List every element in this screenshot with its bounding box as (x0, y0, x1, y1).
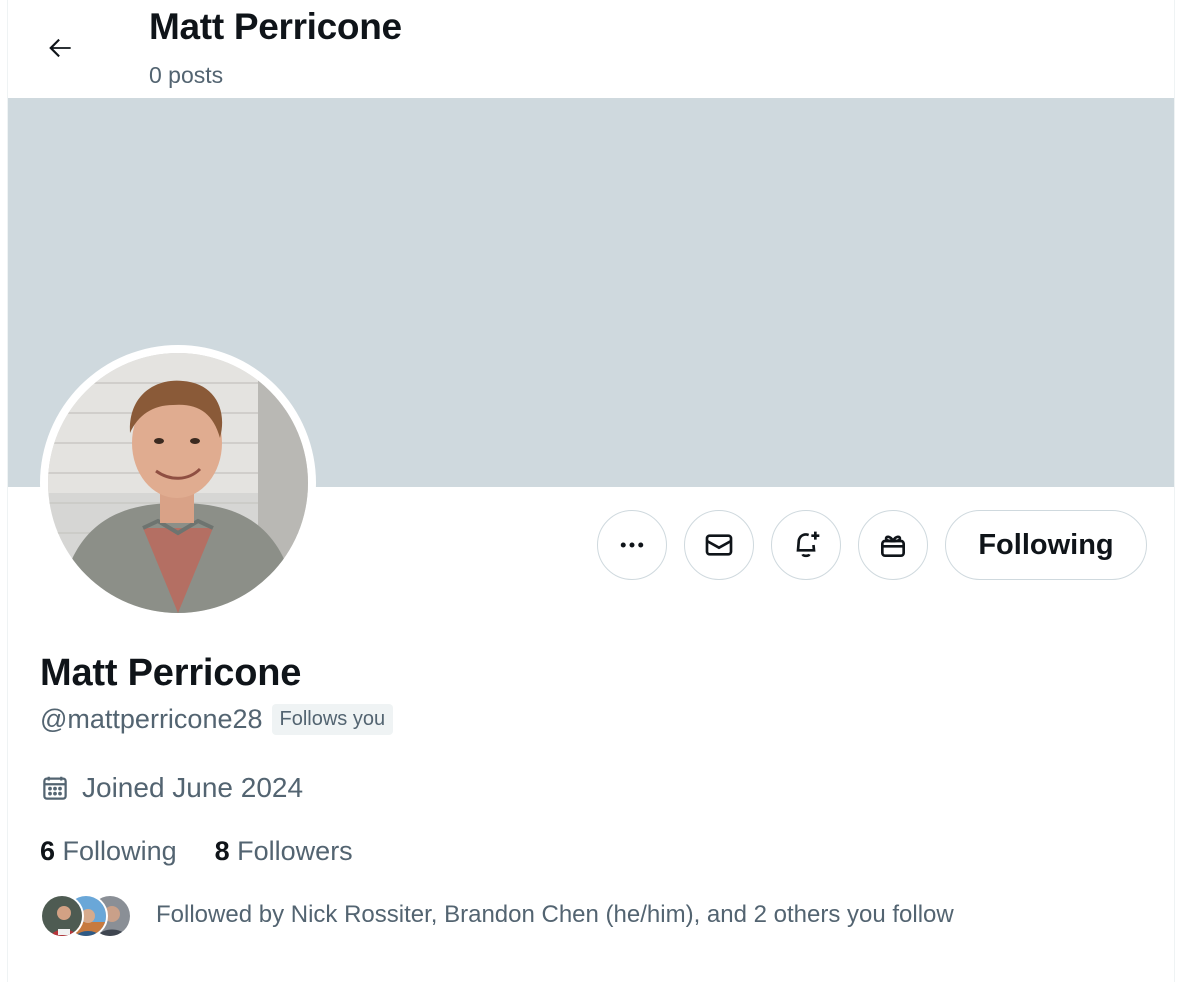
notify-button[interactable] (771, 510, 841, 580)
followers-label: Followers (237, 836, 353, 866)
following-label: Following (62, 836, 177, 866)
followed-by-row: Followed by Nick Rossiter, Brandon Chen … (40, 892, 954, 938)
gift-icon (881, 535, 905, 557)
followers-count: 8 (214, 836, 230, 866)
profile-page: Matt Perricone 0 posts Following Matt Pe… (7, 0, 1175, 982)
top-bar: Matt Perricone 0 posts (8, 0, 1174, 98)
subscribe-gift-button[interactable] (858, 510, 928, 580)
mutual-avatars[interactable] (40, 892, 136, 938)
ellipsis-icon (620, 542, 644, 548)
page-title: Matt Perricone (149, 6, 402, 47)
followed-by-text[interactable]: Followed by Nick Rossiter, Brandon Chen … (156, 901, 954, 929)
message-button[interactable] (684, 510, 754, 580)
follows-you-badge: Follows you (271, 704, 394, 735)
follow-stats: 6 Following 8 Followers (40, 836, 353, 867)
calendar-icon (43, 776, 67, 800)
followers-count-link[interactable]: 8 Followers (215, 836, 353, 867)
bell-plus-icon (796, 531, 820, 558)
avatar-image (48, 353, 308, 613)
handle-row: @mattperricone28 Follows you (40, 704, 394, 735)
profile-handle: @mattperricone28 (40, 704, 263, 734)
joined-row: Joined June 2024 (40, 772, 303, 804)
more-button[interactable] (597, 510, 667, 580)
joined-date: Joined June 2024 (82, 772, 304, 803)
following-count: 6 (40, 836, 56, 866)
profile-actions: Following (597, 510, 1147, 580)
envelope-icon (705, 534, 733, 556)
mutual-avatar (40, 894, 84, 938)
profile-avatar[interactable] (40, 345, 316, 621)
following-button[interactable]: Following (945, 510, 1147, 580)
back-button[interactable] (38, 28, 82, 68)
post-count: 0 posts (149, 62, 224, 88)
avatar-photo (48, 353, 308, 613)
following-count-link[interactable]: 6 Following (40, 836, 177, 867)
arrow-left-icon (49, 38, 71, 58)
profile-name: Matt Perricone (40, 652, 302, 694)
